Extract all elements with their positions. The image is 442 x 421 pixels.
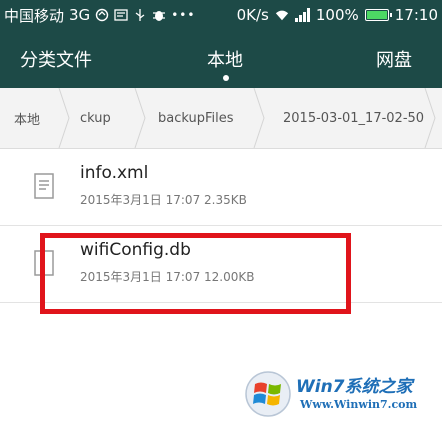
document-icon (34, 173, 54, 199)
breadcrumb-chevron-icon (58, 88, 70, 148)
watermark: Win7系统之家 Www.Winwin7.com (244, 368, 440, 420)
tab-categories[interactable]: 分类文件 (20, 30, 92, 88)
battery-icon (364, 9, 392, 21)
file-meta: 2015年3月1日 17:07 2.35KB (80, 193, 247, 207)
message-icon (114, 8, 128, 22)
file-row-info-xml[interactable]: info.xml 2015年3月1日 17:07 2.35KB (0, 149, 442, 226)
breadcrumb-item-current-folder[interactable]: 2015-03-01_17-02-50 (283, 88, 424, 148)
tab-cloud[interactable]: 网盘 (376, 30, 412, 88)
carrier-name: 中国移动 (4, 6, 65, 25)
breadcrumb-chevron-icon (424, 88, 436, 148)
breadcrumb-item-backup[interactable]: ckup (80, 88, 111, 148)
sync-icon (95, 8, 109, 22)
status-left: 中国移动 3G ••• (0, 5, 195, 26)
file-name: info.xml (80, 163, 149, 183)
status-right: 0K/s 100% 17:10 (237, 0, 438, 30)
breadcrumb: 本地 ckup backupFiles 2015-03-01_17-02-50 (0, 88, 442, 149)
active-tab-indicator (223, 75, 229, 81)
signal-icon (294, 8, 310, 22)
wifi-icon (275, 8, 289, 22)
breadcrumb-chevron-icon (134, 88, 146, 148)
battery-percent: 100% (315, 6, 359, 24)
watermark-url: Www.Winwin7.com (300, 398, 418, 411)
status-bar: 中国移动 3G ••• 0K/s 100% 17:10 (0, 0, 442, 30)
network-speed: 0K/s (236, 6, 269, 24)
breadcrumb-chevron-icon (253, 88, 265, 148)
highlight-box (40, 233, 351, 314)
bug-icon (152, 8, 166, 22)
usb-icon (133, 8, 147, 22)
network-type: 3G (69, 6, 91, 24)
clock: 17:10 (394, 6, 438, 24)
breadcrumb-item-local[interactable]: 本地 (14, 88, 40, 148)
tab-bar: 分类文件 本地 网盘 (0, 30, 442, 88)
breadcrumb-item-backupfiles[interactable]: backupFiles (158, 88, 234, 148)
watermark-brand: Win7系统之家 (296, 377, 413, 397)
windows-logo-icon (244, 370, 292, 418)
more-dots-icon: ••• (171, 8, 196, 22)
